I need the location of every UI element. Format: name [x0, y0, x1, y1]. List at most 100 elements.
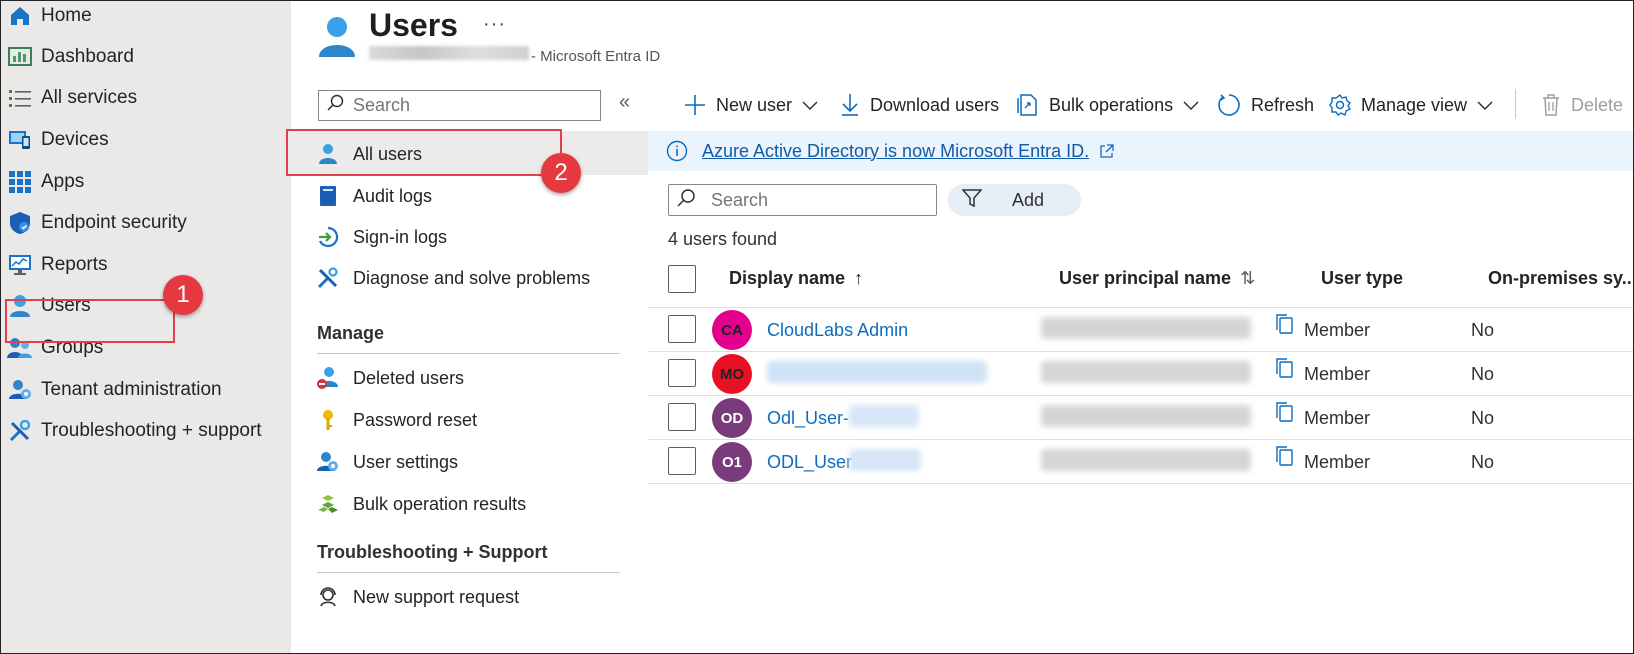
copy-icon[interactable] [1274, 401, 1294, 428]
reports-icon [7, 252, 33, 278]
column-header-user-type[interactable]: User type [1321, 268, 1403, 289]
column-label: User principal name [1059, 268, 1232, 288]
toolbar-separator [1515, 89, 1516, 119]
nav-item-home[interactable]: Home [1, 1, 291, 34]
users-count: 4 users found [668, 229, 778, 249]
onprem-sync-value: No [1471, 364, 1495, 384]
tenant-gear-icon [7, 377, 33, 403]
avatar: CA [712, 310, 752, 350]
nav-item-reports[interactable]: Reports [1, 247, 291, 283]
deleted-user-icon [317, 367, 339, 389]
search-icon [327, 94, 345, 117]
sign-in-icon [317, 226, 339, 248]
row-checkbox[interactable] [668, 403, 696, 431]
nav-item-groups[interactable]: Groups [1, 330, 291, 366]
subnav-item-diagnose[interactable]: Diagnose and solve problems [317, 263, 590, 293]
dashboard-icon [7, 44, 33, 70]
home-icon [7, 3, 33, 29]
subnav-label: Diagnose and solve problems [353, 267, 591, 288]
refresh-button[interactable]: Refresh [1217, 89, 1314, 121]
column-header-display-name[interactable]: Display name ↑ [729, 268, 863, 289]
gear-icon [1329, 94, 1351, 116]
bulk-operations-label: Bulk operations [1049, 94, 1174, 115]
nav-label: Devices [41, 129, 109, 150]
nav-label: Home [41, 5, 92, 26]
refresh-label: Refresh [1251, 94, 1315, 115]
subnav-item-bulk-operation-results[interactable]: Bulk operation results [317, 489, 526, 519]
portal-window: Home Dashboard All services Devices Apps… [0, 0, 1634, 654]
subnav-item-user-settings[interactable]: User settings [317, 447, 458, 477]
collapse-menu-button[interactable]: « [619, 91, 630, 114]
nav-item-apps[interactable]: Apps [1, 164, 291, 200]
section-divider [317, 353, 620, 354]
nav-label: Dashboard [41, 46, 134, 67]
manage-section-heading: Manage [317, 323, 385, 343]
subnav-item-password-reset[interactable]: Password reset [317, 405, 477, 435]
external-link-icon[interactable] [1099, 143, 1114, 159]
user-name-link[interactable]: Odl_User- [767, 408, 849, 429]
nav-item-endpoint-security[interactable]: Endpoint security [1, 205, 291, 241]
nav-label: Troubleshooting + support [41, 420, 262, 441]
apps-grid-icon [7, 169, 33, 195]
menu-search-box[interactable] [318, 90, 601, 121]
search-icon [677, 188, 697, 213]
select-all-checkbox[interactable] [668, 265, 696, 293]
subnav-label: Audit logs [353, 185, 433, 206]
manage-view-label: Manage view [1361, 94, 1468, 115]
chevron-down-icon [1183, 95, 1199, 116]
wrench-icon [317, 267, 339, 289]
more-options-button[interactable]: ··· [483, 13, 506, 36]
user-name-link[interactable]: CloudLabs Admin [767, 320, 908, 341]
nav-label: Users [41, 295, 91, 316]
nav-item-tenant-administration[interactable]: Tenant administration [1, 372, 291, 408]
row-checkbox[interactable] [668, 447, 696, 475]
user-name-link[interactable]: ODL_User [767, 452, 852, 473]
subnav-label: Bulk operation results [353, 493, 527, 514]
user-search-input[interactable] [711, 189, 931, 211]
avatar: O1 [712, 442, 752, 482]
onprem-sync-value: No [1471, 320, 1495, 340]
key-icon [317, 409, 339, 431]
page-title: Users [369, 7, 458, 43]
nav-item-devices[interactable]: Devices [1, 122, 291, 158]
row-checkbox[interactable] [668, 359, 696, 387]
nav-item-users[interactable]: Users [1, 288, 291, 324]
copy-icon[interactable] [1274, 445, 1294, 472]
user-name-redacted [849, 449, 921, 471]
subnav-label: New support request [353, 586, 520, 607]
copy-icon[interactable] [1274, 313, 1294, 340]
user-search-box[interactable] [668, 184, 937, 216]
tenant-name-redacted [369, 46, 529, 60]
download-users-button[interactable]: Download users [840, 89, 999, 121]
plus-icon [684, 94, 706, 116]
subnav-item-sign-in-logs[interactable]: Sign-in logs [317, 222, 447, 252]
nav-item-troubleshooting[interactable]: Troubleshooting + support [1, 413, 291, 449]
manage-view-button[interactable]: Manage view [1329, 89, 1493, 121]
upn-redacted [1041, 361, 1251, 383]
subnav-item-audit-logs[interactable]: Audit logs [317, 181, 432, 211]
row-checkbox[interactable] [668, 315, 696, 343]
copy-icon[interactable] [1274, 357, 1294, 384]
user-name-redacted[interactable] [767, 361, 987, 383]
subnav-item-deleted-users[interactable]: Deleted users [317, 363, 464, 393]
banner-link[interactable]: Azure Active Directory is now Microsoft … [702, 141, 1089, 162]
menu-search-input[interactable] [353, 95, 583, 116]
book-icon [317, 185, 339, 207]
bulk-operations-button[interactable]: Bulk operations [1017, 89, 1199, 121]
nav-label: Reports [41, 254, 108, 275]
filter-icon [961, 188, 983, 213]
nav-item-dashboard[interactable]: Dashboard [1, 39, 291, 75]
left-navigation: Home Dashboard All services Devices Apps… [1, 1, 291, 653]
user-name-redacted [849, 405, 919, 427]
support-section-heading: Troubleshooting + Support [317, 542, 548, 562]
nav-item-all-services[interactable]: All services [1, 80, 291, 116]
column-header-onprem-sync[interactable]: On-premises sy... [1488, 268, 1633, 289]
add-filter-button[interactable]: Add [948, 184, 1081, 216]
subnav-item-all-users[interactable]: All users [317, 139, 422, 169]
subnav-item-new-support-request[interactable]: New support request [317, 582, 519, 612]
user-icon [317, 143, 339, 165]
new-user-button[interactable]: New user [684, 89, 818, 121]
shield-icon [7, 210, 33, 236]
column-header-upn[interactable]: User principal name ⇅ [1059, 268, 1255, 289]
delete-button[interactable]: Delete [1541, 89, 1623, 121]
